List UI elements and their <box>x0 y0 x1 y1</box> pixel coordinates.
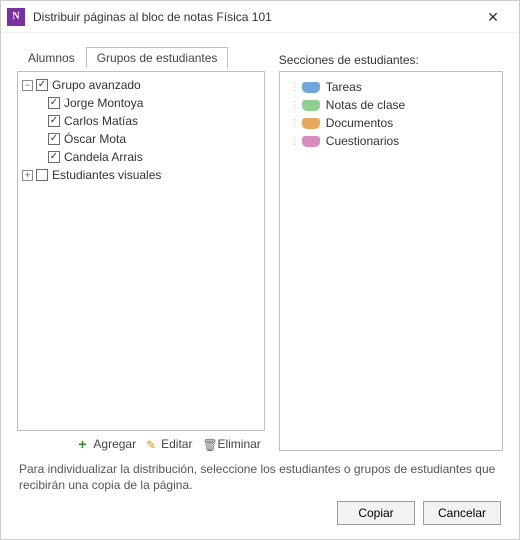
panes: Alumnos Grupos de estudiantes − Grupo av… <box>17 45 503 451</box>
add-label: Agregar <box>93 437 136 451</box>
tree-label: Carlos Matías <box>64 114 138 128</box>
pencil-icon: ✎ <box>146 438 158 450</box>
edit-group-button[interactable]: ✎ Editar <box>146 437 192 451</box>
tree-group-advanced[interactable]: − Grupo avanzado <box>20 76 262 94</box>
section-item[interactable]: ⋮ Documentos <box>284 114 498 132</box>
tree-group-visual[interactable]: + Estudiantes visuales <box>20 166 262 184</box>
copy-button[interactable]: Copiar <box>337 501 415 525</box>
tab-grupos[interactable]: Grupos de estudiantes <box>86 47 229 68</box>
section-label: Cuestionarios <box>326 134 399 148</box>
titlebar: Distribuir páginas al bloc de notas Físi… <box>1 1 519 33</box>
sections-list[interactable]: ⋮ Tareas ⋮ Notas de clase ⋮ Documentos <box>279 71 503 451</box>
tree-actions: + Agregar ✎ Editar 🗑 Eliminar <box>17 431 265 451</box>
section-item[interactable]: ⋮ Cuestionarios <box>284 132 498 150</box>
section-color-icon <box>302 118 320 129</box>
tree-dots-icon: ⋮ <box>290 136 300 147</box>
dialog-buttons: Copiar Cancelar <box>17 499 503 529</box>
onenote-icon <box>7 8 25 26</box>
groups-tree[interactable]: − Grupo avanzado Jorge Montoya Carlos Ma… <box>17 71 265 431</box>
tree-student[interactable]: Óscar Mota <box>20 130 262 148</box>
tree-dots-icon: ⋮ <box>290 82 300 93</box>
hint-text: Para individualizar la distribución, sel… <box>17 451 503 499</box>
edit-label: Editar <box>161 437 192 451</box>
tree-label: Candela Arrais <box>64 150 143 164</box>
add-group-button[interactable]: + Agregar <box>78 437 136 451</box>
section-label: Tareas <box>326 80 362 94</box>
trash-icon: 🗑 <box>202 438 214 450</box>
tabs: Alumnos Grupos de estudiantes <box>17 45 265 67</box>
tree-label: Óscar Mota <box>64 132 126 146</box>
plus-icon: + <box>78 438 90 450</box>
expand-icon[interactable]: + <box>22 170 33 181</box>
tab-alumnos[interactable]: Alumnos <box>17 47 86 68</box>
window-title: Distribuir páginas al bloc de notas Físi… <box>33 10 473 24</box>
tree-student[interactable]: Jorge Montoya <box>20 94 262 112</box>
tree-dots-icon: ⋮ <box>290 100 300 111</box>
checkbox-group-visual[interactable] <box>36 169 48 181</box>
tree-student[interactable]: Carlos Matías <box>20 112 262 130</box>
checkbox-student[interactable] <box>48 151 60 163</box>
checkbox-student[interactable] <box>48 115 60 127</box>
delete-label: Eliminar <box>217 437 260 451</box>
sections-label: Secciones de estudiantes: <box>279 45 503 67</box>
collapse-icon[interactable]: − <box>22 80 33 91</box>
tree-dots-icon: ⋮ <box>290 118 300 129</box>
cancel-button[interactable]: Cancelar <box>423 501 501 525</box>
section-label: Notas de clase <box>326 98 405 112</box>
tree-student[interactable]: Candela Arrais <box>20 148 262 166</box>
section-item[interactable]: ⋮ Tareas <box>284 78 498 96</box>
checkbox-student[interactable] <box>48 133 60 145</box>
tree-label: Jorge Montoya <box>64 96 143 110</box>
section-label: Documentos <box>326 116 393 130</box>
checkbox-group-advanced[interactable] <box>36 79 48 91</box>
content-area: Alumnos Grupos de estudiantes − Grupo av… <box>1 33 519 539</box>
checkbox-student[interactable] <box>48 97 60 109</box>
section-color-icon <box>302 100 320 111</box>
tree-label: Grupo avanzado <box>52 78 141 92</box>
right-pane: Secciones de estudiantes: ⋮ Tareas ⋮ Not… <box>279 45 503 451</box>
left-pane: Alumnos Grupos de estudiantes − Grupo av… <box>17 45 265 451</box>
section-color-icon <box>302 82 320 93</box>
close-button[interactable]: ✕ <box>473 3 513 31</box>
section-color-icon <box>302 136 320 147</box>
delete-group-button[interactable]: 🗑 Eliminar <box>202 437 260 451</box>
dialog-window: Distribuir páginas al bloc de notas Físi… <box>0 0 520 540</box>
tree-label: Estudiantes visuales <box>52 168 161 182</box>
section-item[interactable]: ⋮ Notas de clase <box>284 96 498 114</box>
